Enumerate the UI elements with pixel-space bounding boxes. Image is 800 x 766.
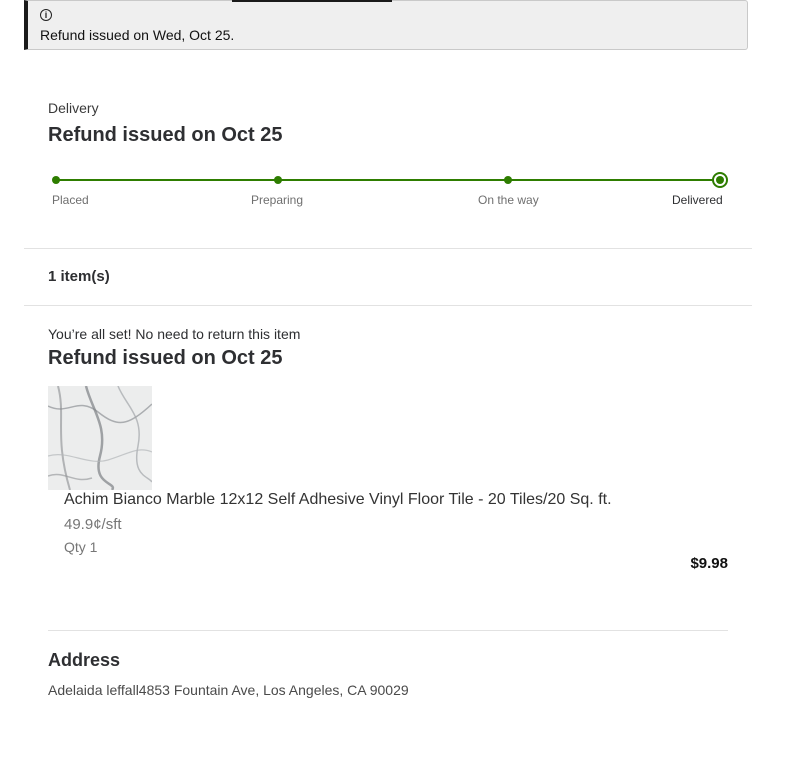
progress-line [56,179,720,181]
address-text: Adelaida leffall4853 Fountain Ave, Los A… [48,682,409,698]
product-unit-price: 49.9¢/sft [64,516,122,533]
order-details-page: i Refund issued on Wed, Oct 25. Delivery… [0,0,800,766]
product-thumbnail[interactable] [48,386,152,490]
section-divider [24,305,752,306]
address-title: Address [48,650,121,670]
step-dot-delivered [712,172,728,188]
step-label-on-the-way: On the way [478,193,539,207]
delivery-progress-tracker: Placed Preparing On the way Delivered [48,168,728,208]
item-refund-headline: Refund issued on Oct 25 [48,347,283,369]
info-icon: i [40,9,52,21]
step-label-placed: Placed [52,193,89,207]
step-label-preparing: Preparing [251,193,304,207]
product-quantity: Qty 1 [64,539,98,555]
delivery-eyebrow: Delivery [48,100,99,116]
delivery-headline: Refund issued on Oct 25 [48,124,283,146]
step-dot-placed [52,176,60,184]
refund-alert-banner: i Refund issued on Wed, Oct 25. [24,0,748,50]
step-dot-preparing [274,176,282,184]
product-price: $9.98 [690,555,728,572]
section-divider [24,248,752,249]
section-divider [48,630,728,631]
return-note: You’re all set! No need to return this i… [48,326,301,342]
alert-message: Refund issued on Wed, Oct 25. [40,27,235,43]
step-dot-on-the-way [504,176,512,184]
marble-texture-image [48,386,152,490]
alert-focus-mark [232,0,392,2]
step-label-delivered: Delivered [672,193,723,207]
product-name-link[interactable]: Achim Bianco Marble 12x12 Self Adhesive … [64,491,612,509]
items-count: 1 item(s) [48,268,110,285]
